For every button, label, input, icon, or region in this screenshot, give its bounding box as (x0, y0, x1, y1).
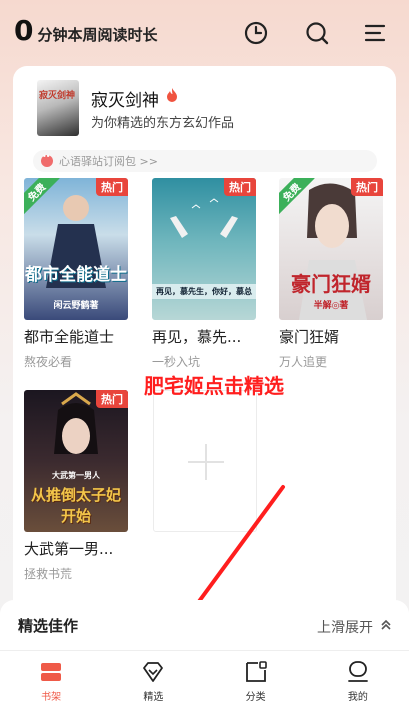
hot-badge: 热门 (96, 390, 128, 408)
cover-author: 大武第一男人 (52, 471, 100, 480)
cover-title: 都市全能道士 (25, 265, 127, 285)
sheet-title: 精选佳作 (18, 617, 79, 635)
book-title: 大武第一男... (24, 540, 114, 558)
cover-title: 从推倒太子妃开始 (30, 486, 121, 525)
flame-icon (167, 88, 177, 102)
nav-label: 分类 (245, 692, 266, 703)
bookshelf-icon (41, 663, 62, 681)
book-item[interactable]: 豪门狂婿 半解◎著 免费 热门 豪门狂婿 万人追更 (279, 178, 383, 370)
book-tag: 熬夜必看 (24, 355, 73, 369)
book-tag: 一秒入坑 (152, 355, 201, 369)
bookshelf-card: 寂灭剑神 寂灭剑神 为你精选的东方玄幻作品 心语驿站订阅包 >> 都市全能道士 … (13, 66, 396, 666)
nav-featured[interactable]: 精选 (102, 651, 204, 707)
nav-category[interactable]: 分类 (205, 651, 307, 707)
double-chevron-up-icon[interactable] (379, 618, 393, 632)
book-tag: 拯救书荒 (24, 567, 73, 581)
category-icon (245, 661, 267, 682)
cover-title: 再见，慕先生，你好，慕总 (152, 284, 256, 299)
nav-label: 精选 (143, 692, 164, 703)
book-tag: 万人追更 (279, 355, 328, 369)
featured-title: 寂灭剑神 (91, 91, 159, 111)
menu-icon[interactable] (362, 20, 388, 46)
nav-profile[interactable]: 我的 (307, 651, 409, 707)
reading-label: 分钟本周阅读时长 (37, 26, 158, 44)
expand-label[interactable]: 上滑展开 (317, 617, 373, 637)
profile-icon (347, 661, 368, 682)
chat-bubble-icon (41, 152, 53, 167)
plus-icon-vertical (205, 444, 207, 480)
cover-title: 豪门狂婿 (291, 272, 371, 296)
nav-bookshelf[interactable]: 书架 (0, 651, 102, 707)
book-cover[interactable]: 再见，慕先生，你好，慕总 热门 (152, 178, 256, 320)
featured-cover[interactable]: 寂灭剑神 (37, 80, 79, 136)
featured-subtitle: 为你精选的东方玄幻作品 (91, 116, 235, 131)
header: 0 分钟本周阅读时长 (0, 0, 409, 64)
weekly-reading-time[interactable]: 0 分钟本周阅读时长 (14, 17, 158, 45)
book-item[interactable]: 再见，慕先生，你好，慕总 热门 再见，慕先... 一秒入坑 (152, 178, 256, 370)
book-title: 豪门狂婿 (279, 328, 340, 346)
book-item[interactable]: 都市全能道士 闲云野鹤著 免费 热门 都市全能道士 熬夜必看 (24, 178, 128, 370)
subscription-promo[interactable]: 心语驿站订阅包 >> (33, 150, 377, 172)
add-book-button[interactable] (153, 390, 257, 532)
book-cover[interactable]: 从推倒太子妃开始 大武第一男人 热门 (24, 390, 128, 532)
diamond-icon (143, 662, 164, 682)
featured-recommendation[interactable]: 寂灭剑神 寂灭剑神 为你精选的东方玄幻作品 (37, 78, 377, 136)
book-item[interactable]: 从推倒太子妃开始 大武第一男人 热门 大武第一男... 拯救书荒 (24, 390, 128, 582)
search-icon[interactable] (304, 20, 330, 46)
cover-author: 闲云野鹤著 (53, 301, 99, 311)
cover-author: 半解◎著 (313, 301, 349, 311)
history-clock-icon[interactable] (243, 20, 269, 46)
hot-badge: 热门 (351, 178, 383, 196)
annotation-text: 肥宅姬点击精选 (144, 374, 284, 398)
nav-label: 书架 (41, 692, 62, 703)
hot-badge: 热门 (224, 178, 256, 196)
hot-badge: 热门 (96, 178, 128, 196)
book-cover[interactable]: 豪门狂婿 半解◎著 免费 热门 (279, 178, 383, 320)
featured-works-sheet[interactable]: 精选佳作 上滑展开 (0, 600, 409, 650)
book-cover[interactable]: 都市全能道士 闲云野鹤著 免费 热门 (24, 178, 128, 320)
promo-text: 心语驿站订阅包 >> (59, 155, 158, 168)
featured-cover-title: 寂灭剑神 (39, 91, 76, 101)
nav-label: 我的 (347, 692, 368, 703)
reading-minutes: 0 (14, 14, 34, 47)
bottom-nav: 书架 精选 分类 我的 (0, 650, 409, 707)
book-title: 都市全能道士 (24, 328, 115, 346)
book-title: 再见，慕先... (152, 328, 242, 346)
